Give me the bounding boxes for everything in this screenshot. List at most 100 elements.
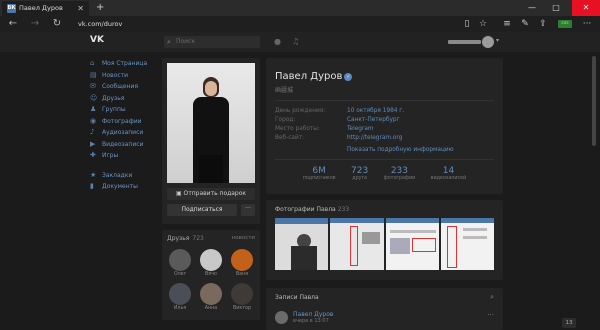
counter-label: фотографии (383, 176, 416, 181)
friend-name[interactable]: Илья (169, 306, 191, 313)
friend-name[interactable]: Анна (200, 306, 222, 313)
divider (275, 100, 494, 101)
avatar-card: ▣ Отправить подарок Подписаться ··· (162, 58, 260, 224)
friend-item[interactable]: Олег (169, 249, 191, 279)
friend-name[interactable]: Вячо (200, 272, 222, 279)
avatar[interactable] (169, 283, 191, 305)
hub-icon[interactable]: ≡ (500, 16, 514, 32)
wall-title: Записи Павла (275, 294, 319, 301)
friend-item[interactable]: Анна (200, 283, 222, 313)
sidebar-item[interactable]: ✉ Сообщения (90, 81, 160, 93)
more-options-button[interactable]: ··· (241, 204, 255, 216)
photos-title[interactable]: Фотографии Павла (275, 206, 336, 213)
sidebar-item[interactable]: ◉ Фотографии (90, 116, 160, 128)
avatar[interactable] (231, 283, 253, 305)
avatar[interactable] (275, 311, 288, 324)
friends-updates-link[interactable]: новости (232, 235, 255, 241)
sidebar-item[interactable]: ♟ Группы (90, 104, 160, 116)
extension-icon[interactable]: css (558, 20, 572, 28)
friend-name[interactable]: Виктор (231, 306, 253, 313)
sidebar-item[interactable]: ☺ Друзья (90, 93, 160, 105)
address-bar[interactable]: vk.com/durov (74, 18, 454, 30)
post-author[interactable]: Павел Дуров (293, 311, 333, 318)
sidebar-item[interactable]: ▤ Новости (90, 70, 160, 82)
page-body: ⌂ Моя Страница ▤ Новости ✉ Сообщения ☺ Друзья ♟ Г… (0, 52, 600, 330)
post-time[interactable]: вчера в 13:07 (293, 318, 329, 324)
music-player-icon[interactable]: ♫ (292, 37, 299, 46)
share-icon[interactable]: ⇪ (536, 16, 550, 32)
browser-window: ВК Павел Дуров ✕ + — □ ✕ ← → ↻ vk.com/du… (0, 0, 600, 330)
sidebar-item[interactable]: ▮ Документы (90, 181, 160, 193)
chat-badge[interactable]: 13 (562, 318, 576, 328)
photo-thumbnail[interactable] (330, 218, 384, 270)
refresh-icon[interactable]: ↻ (50, 16, 64, 32)
user-name-bar[interactable] (448, 40, 481, 44)
profile-photo[interactable] (167, 63, 255, 183)
scrollbar[interactable] (590, 52, 598, 330)
sidebar-item[interactable]: ▶ Видеозаписи (90, 139, 160, 151)
send-gift-button[interactable]: ▣ Отправить подарок (167, 188, 255, 200)
counter-item[interactable]: 723 друга (351, 166, 368, 181)
photo-thumbnail[interactable] (385, 218, 439, 270)
friend-name[interactable]: Олег (169, 272, 191, 279)
send-gift-label: Отправить подарок (183, 190, 247, 197)
counter-item[interactable]: 6M подписчиков (303, 166, 336, 181)
more-actions-icon[interactable]: ··· (580, 16, 594, 32)
info-value[interactable]: Telegram (347, 125, 374, 134)
scrollbar-thumb[interactable] (592, 56, 596, 146)
friend-item[interactable]: Ваня (231, 249, 253, 279)
browser-tab[interactable]: ВК Павел Дуров ✕ (2, 1, 89, 16)
post-menu-icon[interactable]: ··· (487, 311, 494, 319)
forward-arrow-icon[interactable]: → (28, 16, 42, 32)
divider (275, 159, 494, 160)
avatar[interactable] (231, 249, 253, 271)
photo-thumbnail[interactable] (440, 218, 494, 270)
info-value[interactable]: Санкт-Петербург (347, 116, 400, 125)
sidebar-item[interactable]: ★ Закладки (90, 170, 160, 182)
counter-value: 233 (390, 166, 409, 176)
sidebar-item[interactable]: ♪ Аудиозаписи (90, 127, 160, 139)
avatar[interactable] (200, 249, 222, 271)
verified-icon: ✓ (344, 73, 353, 81)
friend-name[interactable]: Ваня (231, 272, 253, 279)
sidebar-item[interactable]: ✚ Игры (90, 150, 160, 162)
avatar[interactable] (200, 283, 222, 305)
close-window-button[interactable]: ✕ (572, 0, 600, 16)
messages-icon: ✉ (90, 82, 96, 90)
info-label: Город: (275, 117, 296, 123)
vk-logo[interactable]: VK (90, 35, 104, 45)
friend-item[interactable]: Илья (169, 283, 191, 313)
counter-item[interactable]: 14 видеозаписей (431, 166, 467, 181)
tab-title: Павел Дуров (19, 4, 63, 12)
tab-close-icon[interactable]: ✕ (77, 1, 84, 16)
web-note-icon[interactable]: ✎ (518, 16, 532, 32)
vk-header: VK ⌕ Поиск ● ♫ ▾ (0, 32, 600, 52)
favorite-star-icon[interactable]: ☆ (476, 16, 490, 32)
profile-column: ▣ Отправить подарок Подписаться ··· Друз… (162, 58, 260, 320)
info-value[interactable]: 10 октября 1984 г. (347, 107, 404, 116)
show-details-link[interactable]: Показать подробную информацию (275, 147, 494, 153)
notifications-bell-icon[interactable]: ● (274, 37, 281, 46)
groups-icon: ♟ (90, 105, 97, 113)
new-tab-button[interactable]: + (96, 0, 104, 15)
maximize-button[interactable]: □ (546, 0, 566, 16)
info-value[interactable]: http://telegram.org (347, 134, 402, 143)
friends-title[interactable]: Друзья (167, 235, 189, 242)
reading-view-icon[interactable]: ▯ (460, 16, 474, 32)
minimize-button[interactable]: — (522, 0, 542, 16)
user-avatar[interactable] (482, 36, 494, 48)
sidebar-item[interactable]: ⌂ Моя Страница (90, 58, 160, 70)
profile-status: 画疆城 (275, 87, 294, 94)
sidebar-item-label: Аудиозаписи (102, 129, 144, 136)
video-icon: ▶ (90, 139, 96, 148)
subscribe-button[interactable]: Подписаться (167, 204, 237, 216)
search-input[interactable]: ⌕ Поиск (164, 36, 260, 48)
counter-item[interactable]: 233 фотографии (384, 166, 416, 181)
photo-thumbnail[interactable] (275, 218, 329, 270)
chevron-down-icon[interactable]: ▾ (496, 37, 499, 44)
avatar[interactable] (169, 249, 191, 271)
friend-item[interactable]: Вячо (200, 249, 222, 279)
friend-item[interactable]: Виктор (231, 283, 253, 313)
search-icon[interactable]: ⌕ (490, 293, 494, 302)
back-arrow-icon[interactable]: ← (6, 16, 20, 32)
